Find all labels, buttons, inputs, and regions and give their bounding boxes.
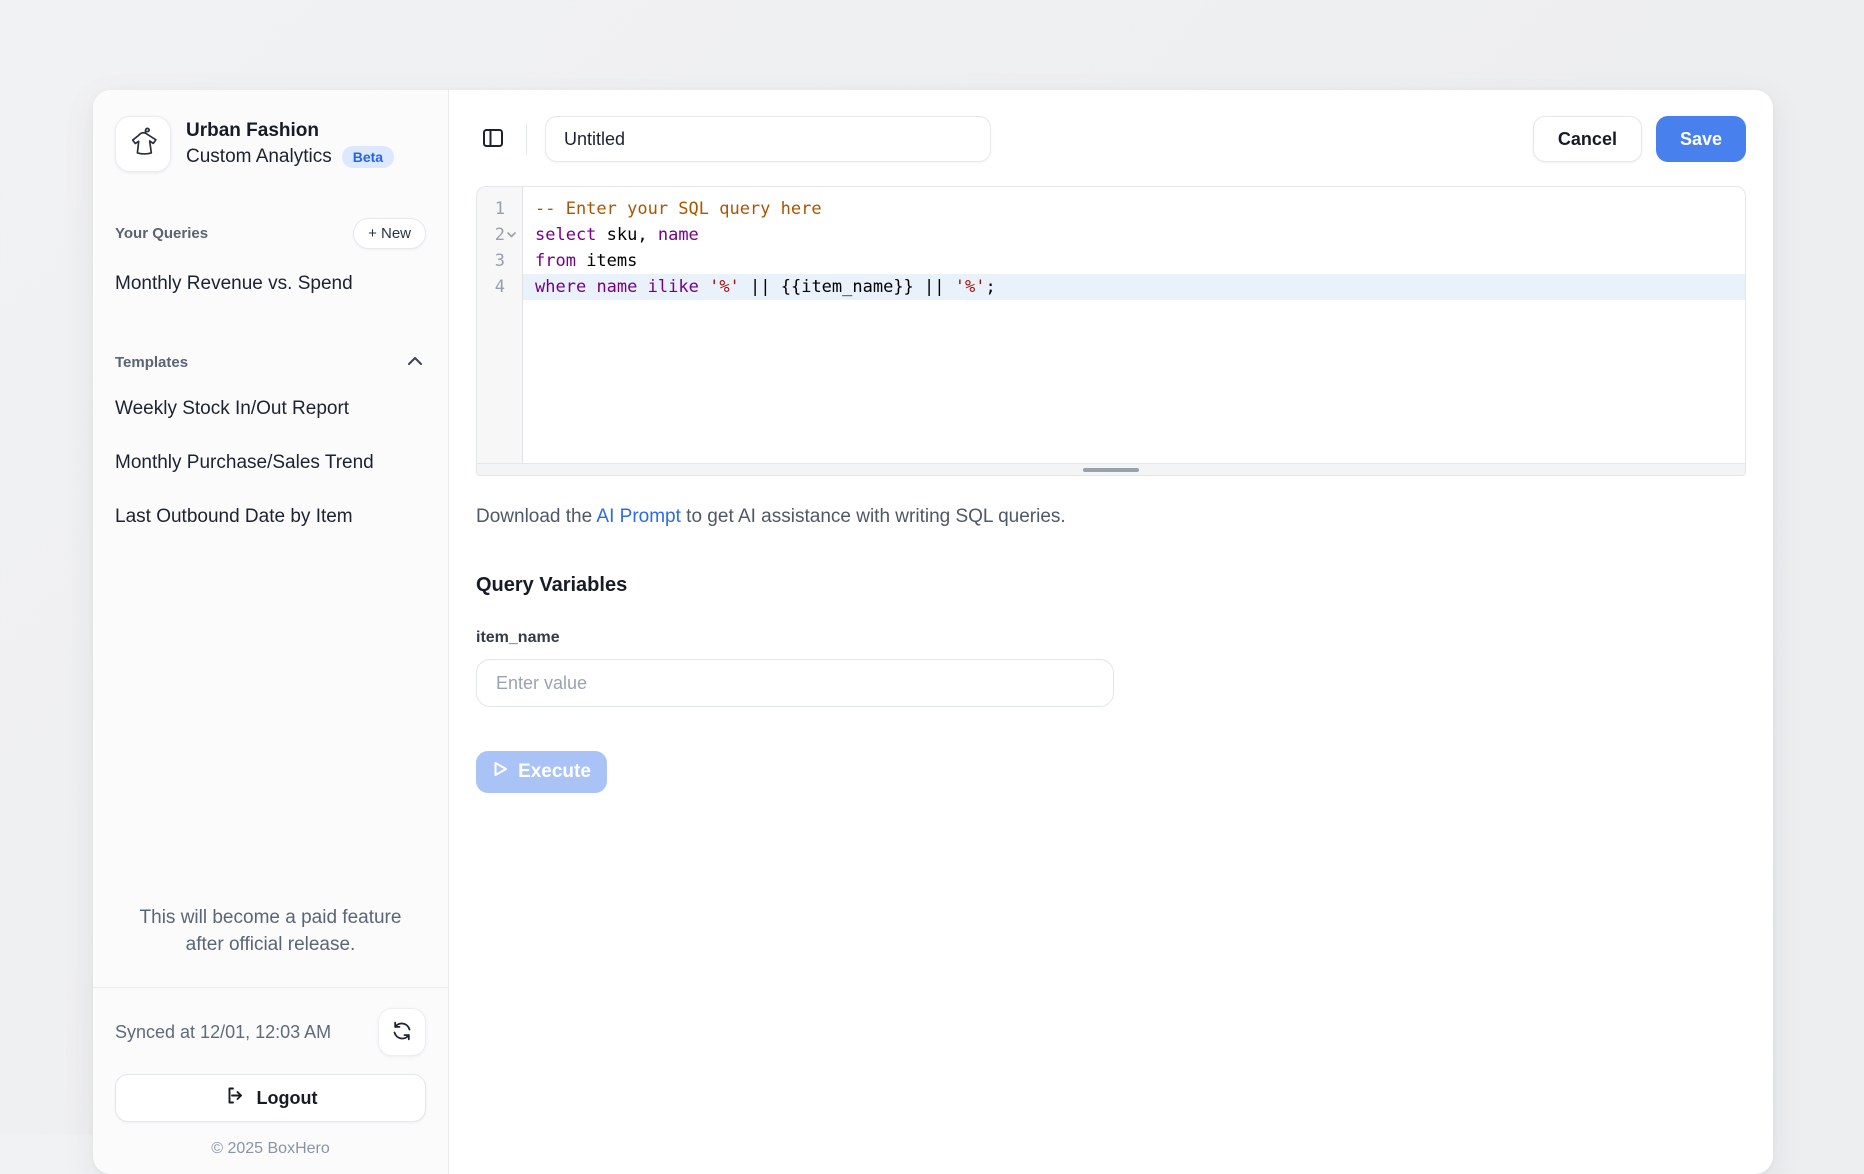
ai-note-suffix: to get AI assistance with writing SQL qu… — [681, 506, 1066, 527]
ai-prompt-note: Download the AI Prompt to get AI assista… — [476, 506, 1746, 528]
execute-label: Execute — [518, 761, 591, 783]
editor-gutter: 1234 — [477, 187, 523, 463]
template-list: Weekly Stock In/Out Report Monthly Purcha… — [115, 398, 426, 528]
refresh-button[interactable] — [378, 1008, 426, 1056]
play-icon — [492, 760, 509, 784]
gutter-line-number: 2 — [477, 222, 522, 248]
logout-icon — [224, 1085, 245, 1111]
toolbar-divider — [526, 124, 527, 154]
variable-value-input[interactable] — [476, 659, 1114, 707]
gutter-line-number: 1 — [477, 196, 522, 222]
sidebar-spacer — [115, 528, 426, 904]
workspace-name: Urban Fashion — [186, 118, 394, 144]
query-title-input[interactable] — [545, 116, 991, 162]
templates-collapse-button[interactable] — [404, 353, 426, 372]
paid-feature-notice: This will become a paid feature after of… — [115, 904, 426, 959]
variable-name-label: item_name — [476, 629, 1746, 647]
brand-text: Urban Fashion Custom Analytics Beta — [186, 118, 394, 169]
brand-header: Urban Fashion Custom Analytics Beta — [115, 116, 426, 172]
app-window: Urban Fashion Custom Analytics Beta Your… — [93, 90, 1773, 1174]
toolbar: Cancel Save — [476, 116, 1746, 162]
logout-button[interactable]: Logout — [115, 1074, 426, 1122]
workspace-logo — [115, 116, 171, 172]
templates-header: Templates — [115, 353, 426, 372]
gutter-line-number: 3 — [477, 248, 522, 274]
ai-prompt-link[interactable]: AI Prompt — [596, 506, 680, 527]
code-line[interactable]: -- Enter your SQL query here — [523, 196, 1745, 222]
sql-editor[interactable]: 1234 -- Enter your SQL query hereselect … — [476, 186, 1746, 464]
sidebar-item-template[interactable]: Monthly Purchase/Sales Trend — [115, 452, 426, 474]
sidebar: Urban Fashion Custom Analytics Beta Your… — [93, 90, 449, 1174]
chevron-up-icon — [406, 355, 424, 370]
main-panel: Cancel Save 1234 -- Enter your SQL query… — [449, 90, 1773, 1174]
gutter-line-number: 4 — [477, 274, 522, 300]
editor-resize-strip[interactable] — [476, 464, 1746, 476]
tshirt-logo-icon — [124, 123, 162, 166]
sidebar-item-query[interactable]: Monthly Revenue vs. Spend — [115, 273, 426, 295]
sidebar-item-template[interactable]: Weekly Stock In/Out Report — [115, 398, 426, 420]
sync-status-row: Synced at 12/01, 12:03 AM — [115, 1008, 426, 1056]
query-variables-heading: Query Variables — [476, 574, 1746, 597]
app-title: Custom Analytics — [186, 144, 332, 170]
resize-handle-icon — [1083, 468, 1139, 472]
editor-code-area[interactable]: -- Enter your SQL query hereselect sku, … — [523, 187, 1745, 463]
sidebar-toggle-button[interactable] — [476, 121, 510, 158]
refresh-icon — [391, 1020, 413, 1045]
templates-label: Templates — [115, 354, 188, 371]
fold-chevron-down-icon[interactable] — [505, 232, 517, 238]
beta-badge: Beta — [342, 146, 394, 168]
execute-button[interactable]: Execute — [476, 751, 607, 793]
copyright: © 2025 BoxHero — [115, 1140, 426, 1158]
your-queries-header: Your Queries + New — [115, 218, 426, 249]
new-query-button[interactable]: + New — [353, 218, 426, 249]
your-queries-label: Your Queries — [115, 225, 208, 242]
ai-note-prefix: Download the — [476, 506, 596, 527]
code-line[interactable]: from items — [523, 248, 1745, 274]
code-line-active[interactable]: where name ilike '%' || {{item_name}} ||… — [523, 274, 1745, 300]
code-line[interactable]: select sku, name — [523, 222, 1745, 248]
sidebar-item-template[interactable]: Last Outbound Date by Item — [115, 506, 426, 528]
logout-label: Logout — [257, 1088, 318, 1109]
sidebar-footer: Synced at 12/01, 12:03 AM — [93, 987, 448, 1174]
query-list: Monthly Revenue vs. Spend — [115, 273, 426, 295]
panel-left-icon — [480, 125, 506, 154]
cancel-button[interactable]: Cancel — [1533, 116, 1642, 162]
sync-status-text: Synced at 12/01, 12:03 AM — [115, 1022, 331, 1043]
save-button[interactable]: Save — [1656, 116, 1746, 162]
